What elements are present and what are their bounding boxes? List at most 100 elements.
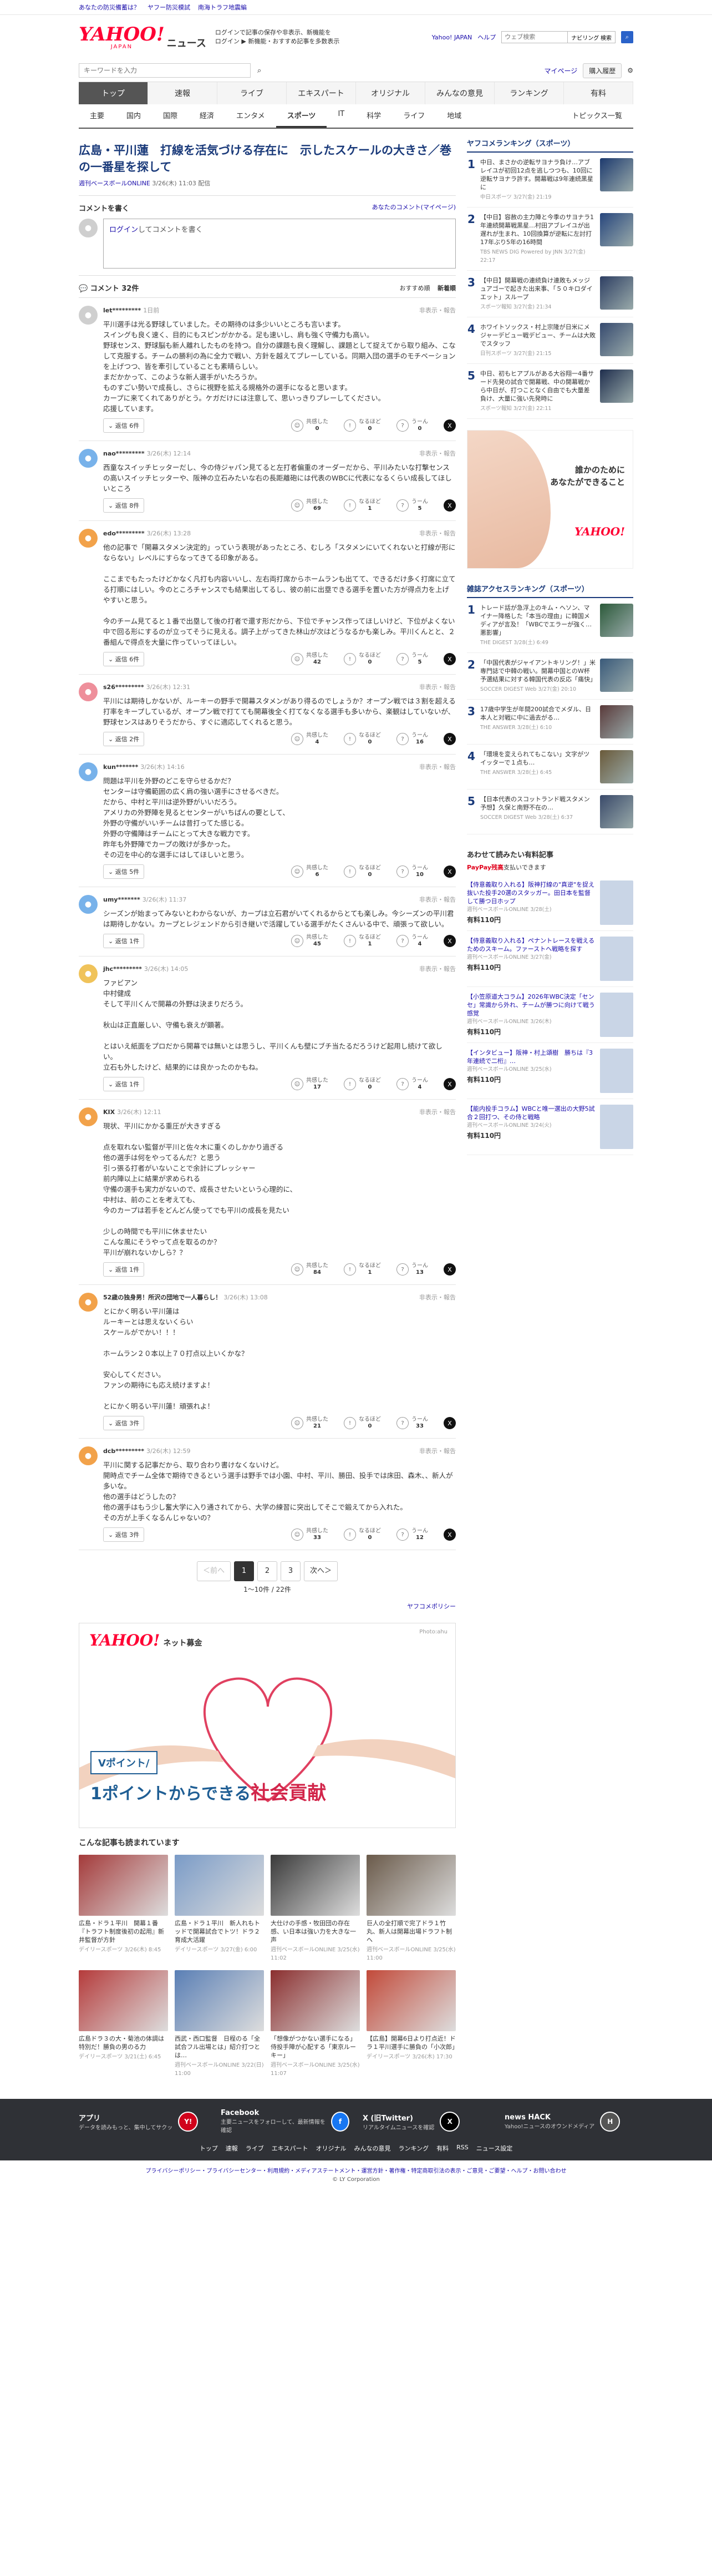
comment-username[interactable]: jhc*********	[103, 965, 142, 973]
nav-breaking[interactable]: 速報	[148, 82, 217, 104]
reaction-learn-button[interactable]: ! なるほど 0	[344, 1077, 381, 1091]
nav-paid[interactable]: 有料	[564, 82, 633, 104]
ranking-item[interactable]: 2 「中国代表がジャイアントキリング！」米専門誌で中韓の戦い。開幕中国とのW杯予選…	[467, 653, 633, 700]
replies-button[interactable]: ⌄ 返信 3件	[103, 1527, 145, 1542]
x-share-icon[interactable]: X	[444, 1263, 456, 1276]
reaction-learn-button[interactable]: ! なるほど 0	[344, 652, 381, 666]
article-title[interactable]: 広島・平川蓮 打線を活気づける存在に 示したスケールの大きさ／巻の一番星を探して	[79, 134, 456, 179]
tab-science[interactable]: 科学	[355, 104, 392, 128]
comment-policy-link[interactable]: ヤフコメポリシー	[79, 1602, 456, 1611]
reaction-learn-button[interactable]: ! なるほど 0	[344, 1528, 381, 1541]
sidebar-ad[interactable]: 誰かのために あなたができること YAHOO!	[467, 430, 633, 569]
topbar-link-1[interactable]: あなたの防災備蓄は？	[79, 3, 140, 12]
ranking-item[interactable]: 1 中日、まさかの逆転サヨナラ負け…アブレイユが初回12点を逃しつつも、10回に逆…	[467, 153, 633, 208]
report-link[interactable]: 非表示・報告	[419, 1293, 456, 1302]
nav-live[interactable]: ライブ	[217, 82, 287, 104]
footer-link[interactable]: 有料	[436, 2144, 449, 2153]
report-link[interactable]: 非表示・報告	[419, 895, 456, 904]
ranking-item[interactable]: 5 中日、初もヒアプルがある大谷翔一4番サード先発の試合で開幕戦、中の開幕戦から中…	[467, 364, 633, 419]
related-article[interactable]: 「想像がつかない選手になる」 侍投手陣が心配する「東京ルーキー」 週刊ベースボール…	[271, 1970, 360, 2078]
sort-recommended[interactable]: おすすめ順	[400, 285, 430, 292]
reaction-agree-button[interactable]: ☺ 共感した 6	[291, 865, 328, 878]
x-share-icon[interactable]: X	[444, 1529, 456, 1541]
reaction-think-button[interactable]: ? うーん 33	[396, 1416, 428, 1430]
news-search-input[interactable]	[79, 63, 251, 78]
related-article[interactable]: 広島・ドラ１平川 開幕１番『トラフト制度後初の起用』新井監督が方針 デイリースポー…	[79, 1855, 168, 1962]
mypage-link[interactable]: マイページ	[544, 66, 577, 75]
donation-banner[interactable]: YAHOO! ネット募金 Photo:ahu Vポイント/ 1ポイントからできる社…	[79, 1623, 456, 1828]
login-link[interactable]: ログイン	[109, 226, 138, 234]
replies-button[interactable]: ⌄ 返信 3件	[103, 1416, 145, 1430]
prev-page-button[interactable]: ＜前へ	[196, 1561, 231, 1581]
tab-main[interactable]: 主要	[79, 104, 115, 128]
reaction-agree-button[interactable]: ☺ 共感した 42	[291, 652, 328, 666]
related-article[interactable]: 【広島】開幕6日より打点近！ドラ１平川選手に勝負の「小次郎」 デイリースポーツ 3…	[367, 1970, 458, 2078]
help-link[interactable]: ヘルプ	[477, 33, 496, 42]
reaction-think-button[interactable]: ? うーん 0	[396, 419, 428, 432]
replies-button[interactable]: ⌄ 返信 1件	[103, 1077, 145, 1091]
comment-username[interactable]: dcb*********	[103, 1448, 144, 1455]
comment-username[interactable]: kun*******	[103, 763, 138, 771]
reaction-agree-button[interactable]: ☺ 共感した 4	[291, 732, 328, 746]
reaction-learn-button[interactable]: ! なるほど 0	[344, 865, 381, 878]
replies-button[interactable]: ⌄ 返信 8件	[103, 498, 145, 513]
paid-article[interactable]: 【インタビュー】阪神・村上頌樹 勝ちは『3年連続で二桁』… 週刊ベースボールONL…	[467, 1043, 633, 1099]
footer-link[interactable]: ライブ	[246, 2144, 264, 2153]
ranking-item[interactable]: 5 【日本代表のスコットランド戦スタメン予想】久保と南野不在の… SOCCER DI…	[467, 789, 633, 834]
sort-new[interactable]: 新着順	[438, 285, 456, 292]
comment-username[interactable]: let*********	[103, 307, 141, 314]
footer-link[interactable]: エキスパート	[272, 2144, 308, 2153]
page-3-button[interactable]: 3	[281, 1561, 301, 1581]
related-article[interactable]: 大仕けの手感・牧田団の存在感、い日本は強い力を大きな一声 週刊ベースボールONLI…	[271, 1855, 360, 1962]
reaction-think-button[interactable]: ? うーん 10	[396, 865, 428, 878]
reaction-agree-button[interactable]: ☺ 共感した 21	[291, 1416, 328, 1430]
reaction-learn-button[interactable]: ! なるほど 0	[344, 419, 381, 432]
report-link[interactable]: 非表示・報告	[419, 306, 456, 315]
ranking-item[interactable]: 2 【中日】容赦の主力陣と今季のサヨナラ1年連続開幕戦黒星…村田アブレイユが出遅れ…	[467, 208, 633, 271]
replies-button[interactable]: ⌄ 返信 6件	[103, 652, 145, 666]
tab-life[interactable]: ライフ	[392, 104, 436, 128]
web-search-button[interactable]: ナビリング 検索	[568, 31, 616, 43]
footer-link[interactable]: ランキング	[398, 2144, 429, 2153]
tab-local[interactable]: 地域	[436, 104, 472, 128]
x-share-icon[interactable]: X	[444, 499, 456, 512]
nav-expert[interactable]: エキスパート	[287, 82, 356, 104]
web-search-input[interactable]	[501, 31, 568, 43]
reaction-think-button[interactable]: ? うーん 5	[396, 499, 428, 512]
footer-link[interactable]: トップ	[200, 2144, 218, 2153]
footer-social-item[interactable]: アプリ データを読みもっと、集中してサクッ Y!	[79, 2109, 207, 2134]
ranking-item[interactable]: 1 トレード話が急浮上のキム・ヘソン、マイナー降格した「本当の理由」に韓国メディア…	[467, 598, 633, 653]
footer-link[interactable]: ニュース設定	[476, 2144, 512, 2153]
page-1-button[interactable]: 1	[234, 1561, 254, 1581]
ranking-item[interactable]: 3 17歳中学生が年間200試合でメダル、日本人と対戦に中に過去がる… THE AN…	[467, 700, 633, 745]
replies-button[interactable]: ⌄ 返信 2件	[103, 732, 145, 746]
ranking-item[interactable]: 4 「環境を変えられてもこない」文字がツイッターで１点も… THE ANSWER 3…	[467, 745, 633, 789]
report-link[interactable]: 非表示・報告	[419, 762, 456, 771]
replies-button[interactable]: ⌄ 返信 6件	[103, 418, 145, 433]
tab-domestic[interactable]: 国内	[115, 104, 152, 128]
article-source[interactable]: 週刊ベースボールONLINE	[79, 180, 150, 187]
x-share-icon[interactable]: X	[444, 1417, 456, 1429]
replies-button[interactable]: ⌄ 返信 1件	[103, 1262, 145, 1277]
reaction-learn-button[interactable]: ! なるほど 0	[344, 1416, 381, 1430]
topbar-link-3[interactable]: 南海トラフ地震編	[198, 3, 247, 12]
x-share-icon[interactable]: X	[444, 935, 456, 947]
footer-social-item[interactable]: X (旧Twitter) リアルタイムニュースを確認 X	[363, 2109, 491, 2134]
x-share-icon[interactable]: X	[444, 653, 456, 665]
reaction-agree-button[interactable]: ☺ 共感した 33	[291, 1528, 328, 1541]
nav-ranking[interactable]: ランキング	[495, 82, 564, 104]
related-article[interactable]: 広島ドラ３の大・菊池の体調は特別だ！勝負の男のる力 デイリースポーツ 3/21(土…	[79, 1970, 168, 2078]
legal-links[interactable]: プライバシーポリシー・プライバシーセンター・利用規約・メディアステートメント・運…	[0, 2166, 712, 2174]
yahoo-news-logo[interactable]: YAHOO! JAPAN ニュース	[79, 25, 206, 50]
report-link[interactable]: 非表示・報告	[419, 682, 456, 691]
comment-username[interactable]: edo*********	[103, 530, 145, 537]
report-link[interactable]: 非表示・報告	[419, 449, 456, 458]
related-article[interactable]: 巨人の全打順で完了ドラ１竹丸、新人は開幕出場ドラフト制へ 週刊ベースボールONLI…	[367, 1855, 456, 1962]
reaction-agree-button[interactable]: ☺ 共感した 45	[291, 934, 328, 948]
reaction-learn-button[interactable]: ! なるほど 1	[344, 1263, 381, 1276]
reaction-think-button[interactable]: ? うーん 5	[396, 652, 428, 666]
search-icon[interactable]: ⌕	[257, 67, 261, 75]
footer-social-item[interactable]: news HACK Yahoo!ニュースのオウンドメディア H	[505, 2109, 633, 2134]
tab-international[interactable]: 国際	[152, 104, 189, 128]
reaction-agree-button[interactable]: ☺ 共感した 84	[291, 1263, 328, 1276]
